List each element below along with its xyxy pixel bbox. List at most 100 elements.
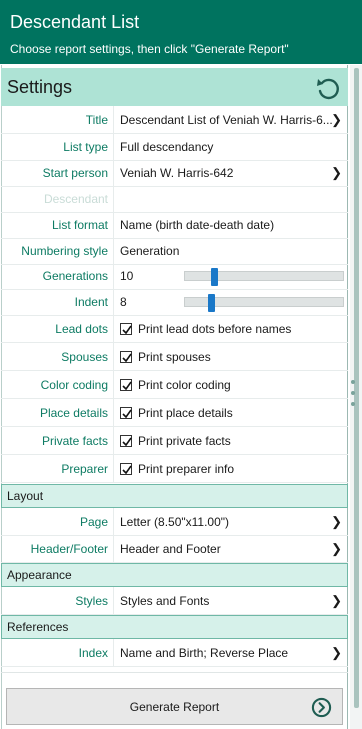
- arrow-right-circle-icon: [311, 697, 332, 718]
- lead-dots-row[interactable]: Lead dots Print lead dots before names: [1, 315, 348, 343]
- page-value[interactable]: Letter (8.50"x11.00") ❯: [113, 508, 348, 536]
- spouses-row[interactable]: Spouses Print spouses: [1, 343, 348, 371]
- color-coding-label: Color coding: [40, 378, 108, 392]
- descendant-value: [113, 185, 348, 213]
- generations-value: 10: [120, 269, 134, 283]
- list-type-label: List type: [63, 140, 108, 154]
- layout-section-header[interactable]: Layout: [1, 484, 348, 508]
- place-details-text: Print place details: [138, 406, 233, 420]
- index-label: Index: [78, 646, 108, 660]
- spouses-option[interactable]: Print spouses: [113, 343, 348, 371]
- spouses-text: Print spouses: [138, 350, 211, 364]
- chevron-right-icon: ❯: [331, 541, 342, 556]
- list-format-label: List format: [51, 218, 108, 232]
- numbering-style-label: Numbering style: [21, 244, 108, 258]
- start-person-value[interactable]: Veniah W. Harris-642 ❯: [113, 159, 348, 187]
- page-label: Page: [79, 515, 108, 529]
- title-row[interactable]: Title Descendant List of Veniah W. Harri…: [1, 106, 348, 134]
- generate-report-button[interactable]: Generate Report: [6, 688, 343, 725]
- color-coding-row[interactable]: Color coding Print color coding: [1, 371, 348, 399]
- styles-text: Styles and Fonts: [120, 594, 210, 608]
- color-coding-text: Print color coding: [138, 378, 231, 392]
- place-details-row[interactable]: Place details Print place details: [1, 399, 348, 427]
- generations-slider-thumb[interactable]: [211, 268, 218, 286]
- descendant-row: Descendant: [1, 185, 348, 213]
- color-coding-checkbox[interactable]: [120, 379, 132, 391]
- lead-dots-text: Print lead dots before names: [138, 322, 292, 336]
- indent-control[interactable]: 8: [113, 288, 348, 316]
- settings-label: Settings: [7, 77, 73, 97]
- descendant-label: Descendant: [43, 192, 108, 206]
- chevron-right-icon: ❯: [331, 514, 342, 529]
- reset-icon[interactable]: [315, 75, 341, 101]
- private-facts-option[interactable]: Print private facts: [113, 427, 348, 455]
- index-row[interactable]: Index Name and Birth; Reverse Place ❯: [1, 639, 348, 667]
- index-value[interactable]: Name and Birth; Reverse Place ❯: [113, 639, 348, 667]
- appearance-section-header[interactable]: Appearance: [1, 563, 348, 587]
- numbering-style-select[interactable]: Generation: [113, 237, 348, 265]
- private-facts-checkbox[interactable]: [120, 435, 132, 447]
- references-section-header[interactable]: References: [1, 615, 348, 639]
- list-type-select[interactable]: Full descendancy: [113, 133, 348, 161]
- lead-dots-checkbox[interactable]: [120, 323, 132, 335]
- indent-slider-thumb[interactable]: [208, 294, 215, 312]
- settings-header: Settings: [1, 68, 348, 106]
- indent-slider[interactable]: [184, 294, 344, 312]
- place-details-option[interactable]: Print place details: [113, 399, 348, 427]
- list-format-select[interactable]: Name (birth date-death date): [113, 211, 348, 239]
- title-label: Title: [85, 113, 108, 127]
- generate-report-label: Generate Report: [129, 700, 220, 714]
- indent-row[interactable]: Indent 8: [1, 288, 348, 316]
- report-title: Descendant List: [10, 12, 140, 32]
- numbering-style-row[interactable]: Numbering style Generation: [1, 237, 348, 265]
- generations-label: Generations: [42, 269, 108, 283]
- preparer-row[interactable]: Preparer Print preparer info: [1, 455, 348, 483]
- place-details-checkbox[interactable]: [120, 407, 132, 419]
- header-footer-row[interactable]: Header/Footer Header and Footer ❯: [1, 535, 348, 563]
- report-header: Descendant List Choose report settings, …: [0, 0, 362, 64]
- footer-divider: [1, 672, 348, 673]
- list-type-row[interactable]: List type Full descendancy: [1, 133, 348, 161]
- list-format-value: Name (birth date-death date): [120, 218, 275, 232]
- preparer-option[interactable]: Print preparer info: [113, 455, 348, 483]
- header-footer-value[interactable]: Header and Footer ❯: [113, 535, 348, 563]
- styles-row[interactable]: Styles Styles and Fonts ❯: [1, 587, 348, 615]
- indent-label: Indent: [74, 295, 108, 309]
- spouses-checkbox[interactable]: [120, 351, 132, 363]
- generations-slider[interactable]: [184, 268, 344, 286]
- chevron-right-icon: ❯: [331, 645, 342, 660]
- chevron-right-icon: ❯: [331, 165, 342, 180]
- report-subtitle: Choose report settings, then click "Gene…: [10, 42, 289, 56]
- title-value[interactable]: Descendant List of Veniah W. Harris-6...…: [113, 106, 348, 134]
- header-footer-label: Header/Footer: [30, 542, 108, 556]
- private-facts-row[interactable]: Private facts Print private facts: [1, 427, 348, 455]
- lead-dots-option[interactable]: Print lead dots before names: [113, 315, 348, 343]
- scrollbar-thumb[interactable]: [354, 68, 359, 708]
- resize-grip-dot[interactable]: [351, 380, 355, 384]
- generations-control[interactable]: 10: [113, 262, 348, 290]
- place-details-label: Place details: [39, 406, 108, 420]
- color-coding-option[interactable]: Print color coding: [113, 371, 348, 399]
- title-text: Descendant List of Veniah W. Harris-6...: [120, 113, 333, 127]
- preparer-label: Preparer: [61, 462, 108, 476]
- index-text: Name and Birth; Reverse Place: [120, 646, 289, 660]
- start-person-label: Start person: [42, 166, 108, 180]
- page-text: Letter (8.50"x11.00"): [120, 515, 230, 529]
- list-format-row[interactable]: List format Name (birth date-death date): [1, 211, 348, 239]
- indent-value: 8: [120, 295, 127, 309]
- numbering-style-value: Generation: [120, 244, 180, 258]
- chevron-right-icon: ❯: [331, 593, 342, 608]
- page-row[interactable]: Page Letter (8.50"x11.00") ❯: [1, 508, 348, 536]
- private-facts-text: Print private facts: [138, 434, 231, 448]
- resize-grip-dot[interactable]: [351, 402, 355, 406]
- list-type-value: Full descendancy: [120, 140, 214, 154]
- resize-grip-dot[interactable]: [351, 391, 355, 395]
- styles-value[interactable]: Styles and Fonts ❯: [113, 587, 348, 615]
- spouses-label: Spouses: [61, 350, 108, 364]
- header-footer-text: Header and Footer: [120, 542, 221, 556]
- chevron-right-icon: ❯: [331, 112, 342, 127]
- start-person-row[interactable]: Start person Veniah W. Harris-642 ❯: [1, 159, 348, 187]
- generations-row[interactable]: Generations 10: [1, 262, 348, 290]
- appearance-section-label: Appearance: [7, 568, 72, 582]
- preparer-checkbox[interactable]: [120, 463, 132, 475]
